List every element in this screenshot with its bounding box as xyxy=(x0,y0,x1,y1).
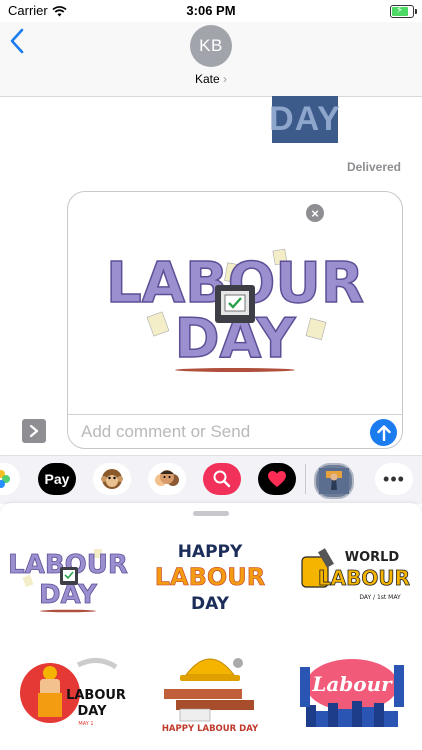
contact-avatar[interactable]: KB xyxy=(190,25,232,67)
apple-pay-label: Pay xyxy=(44,471,70,487)
labour-day-sticker-app-icon[interactable] xyxy=(314,463,354,499)
digital-touch-app-icon[interactable] xyxy=(258,463,296,495)
app-strip-separator xyxy=(305,464,306,494)
comment-input[interactable]: Add comment or Send xyxy=(81,422,250,442)
sticker-4-line1: LABOUR xyxy=(66,688,126,703)
back-chevron-icon[interactable] xyxy=(10,28,24,59)
more-icon: ••• xyxy=(383,468,405,489)
sticker-3-line1: WORLD xyxy=(345,550,400,565)
sticker-4-line2: DAY xyxy=(77,704,107,719)
app-drawer-strip: Pay ••• xyxy=(0,455,422,504)
animoji-app-icon[interactable] xyxy=(93,463,131,495)
sticker-labour-skyline[interactable]: Labour xyxy=(292,645,412,735)
arrow-up-icon xyxy=(376,424,391,441)
sticker-4-line3: MAY 1 xyxy=(78,721,93,727)
more-apps-button[interactable]: ••• xyxy=(375,463,413,495)
sticker-labour-day-purple[interactable]: LABOUR DAY xyxy=(8,531,128,621)
sent-sticker-message[interactable]: DAY xyxy=(269,96,341,143)
sent-sticker-text: DAY xyxy=(269,100,341,138)
sticker-labour-day-worker[interactable]: LABOUR DAY MAY 1 xyxy=(8,645,128,735)
chevron-right-icon xyxy=(29,424,39,438)
web-search-app-icon[interactable] xyxy=(203,463,241,495)
status-bar: Carrier 3:06 PM ⚡ xyxy=(0,0,422,22)
sticker-preview: LABOUR DAY xyxy=(68,192,402,414)
contact-name-button[interactable]: Kate › xyxy=(0,72,422,86)
compose-card: LABOUR DAY × Add comment or Send xyxy=(67,191,403,449)
sticker-5-line1: HAPPY LABOUR DAY xyxy=(162,724,259,734)
sticker-drawer: LABOUR DAY HAPPY LABOUR DAY WORLD LABOUR… xyxy=(0,503,422,750)
remove-sticker-button[interactable]: × xyxy=(306,204,324,222)
sticker-3-line3: DAY / 1st MAY xyxy=(359,594,401,601)
clock: 3:06 PM xyxy=(186,3,236,18)
avatar-initials: KB xyxy=(199,36,223,55)
sticker-world-labour-day[interactable]: WORLD LABOUR DAY / 1st MAY xyxy=(292,531,412,621)
compose-divider xyxy=(68,414,402,415)
sticker-6-line1: Labour xyxy=(311,672,393,696)
photos-app-icon[interactable] xyxy=(0,463,20,495)
chevron-right-icon: › xyxy=(223,72,228,86)
conversation-header: KB Kate › xyxy=(0,22,422,97)
apple-pay-app-icon[interactable]: Pay xyxy=(38,463,76,495)
close-icon: × xyxy=(311,205,319,221)
delivered-status: Delivered xyxy=(346,160,401,174)
memoji-app-icon[interactable] xyxy=(148,463,186,495)
contact-name: Kate xyxy=(194,72,220,86)
sticker-2-line2: LABOUR xyxy=(155,563,266,591)
sticker-2-line3: DAY xyxy=(191,594,230,614)
send-button[interactable] xyxy=(370,419,397,446)
battery-icon: ⚡ xyxy=(390,5,417,18)
sticker-happy-labour-day[interactable]: HAPPY LABOUR DAY xyxy=(150,531,270,621)
sticker-2-line1: HAPPY xyxy=(178,542,243,562)
drawer-grabber[interactable] xyxy=(193,511,229,516)
expand-button[interactable] xyxy=(22,419,46,443)
sticker-3-line2: LABOUR xyxy=(318,566,410,590)
sticker-happy-labour-day-tools[interactable]: HAPPY LABOUR DAY xyxy=(150,645,270,735)
